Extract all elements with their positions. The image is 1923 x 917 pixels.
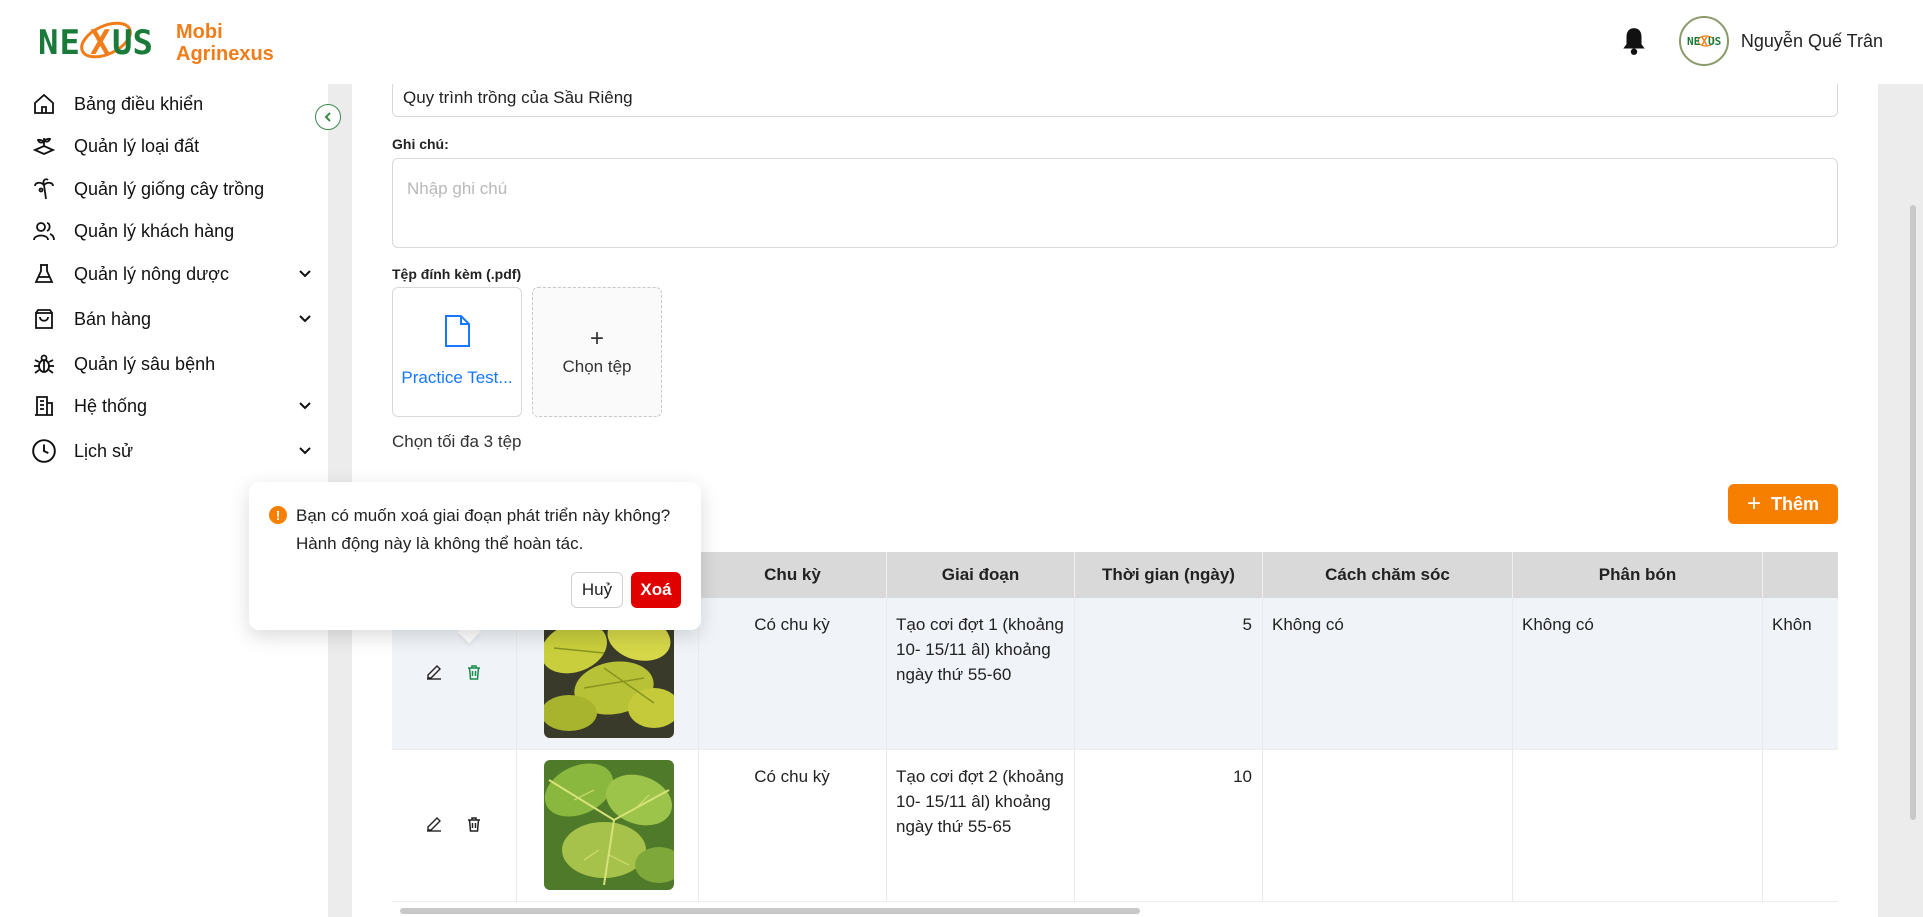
cell-stage: Tạo cơi đợt 1 (khoảng 10- 15/11 âl) khoả… [896, 615, 1064, 684]
table-row: Có chu kỳ Tạo cơi đợt 2 (khoảng 10- 15/1… [392, 750, 1838, 902]
delete-icon[interactable] [464, 814, 484, 834]
bug-icon [30, 350, 58, 378]
cell-fertilizer: Không có [1522, 615, 1594, 634]
sidebar-item-dashboard[interactable]: Bảng điều khiển [30, 86, 315, 122]
plus-icon: + [589, 325, 604, 352]
cell-duration: 5 [1242, 615, 1252, 634]
sidebar-item-label: Bảng điều khiển [74, 93, 204, 114]
sidebar-item-crop-varieties[interactable]: Quản lý giống cây trồng [30, 171, 315, 207]
cell-duration: 10 [1233, 767, 1252, 786]
column-header-fertilizer: Phân bón [1512, 552, 1762, 598]
add-stage-button[interactable]: + Thêm [1728, 484, 1838, 524]
clock-icon [30, 437, 58, 465]
popconfirm-message: Bạn có muốn xoá giai đoạn phát triển này… [296, 502, 670, 558]
brand-line2: Agrinexus [176, 43, 274, 65]
note-label: Ghi chú: [392, 136, 449, 152]
sidebar-item-history[interactable]: Lịch sử [30, 433, 315, 469]
brand-line1: Mobi [176, 21, 223, 43]
sidebar-item-label: Quản lý nông dược [74, 263, 229, 284]
avatar[interactable]: NE X US [1678, 16, 1729, 66]
chevron-down-icon [299, 315, 311, 323]
process-name-input[interactable]: Quy trình trồng của Sầu Riêng [392, 84, 1838, 117]
attached-file-card[interactable]: Practice Test... [392, 287, 522, 417]
sidebar-collapse-button[interactable] [315, 104, 341, 130]
svg-text:US: US [1708, 35, 1721, 48]
file-icon [445, 315, 470, 347]
plus-icon: + [1746, 490, 1761, 517]
sidebar-item-customers[interactable]: Quản lý khách hàng [30, 213, 315, 249]
sidebar-item-label: Quản lý giống cây trồng [74, 178, 265, 199]
sidebar-item-system[interactable]: Hệ thống [30, 388, 315, 424]
chevron-down-icon [299, 402, 311, 410]
svg-text:NE: NE [38, 23, 81, 63]
cell-cycle: Có chu kỳ [754, 767, 830, 786]
delete-icon[interactable] [464, 662, 484, 682]
column-header-duration: Thời gian (ngày) [1074, 552, 1262, 598]
sidebar-item-soil[interactable]: Quản lý loại đất [30, 128, 315, 164]
sidebar-item-label: Quản lý khách hàng [74, 220, 235, 241]
chevron-left-icon [324, 112, 331, 122]
edit-icon[interactable] [424, 662, 444, 682]
content-gutter-right [1878, 84, 1923, 917]
nexus-logo-icon: NE X US [38, 21, 153, 63]
column-header-cycle: Chu kỳ [698, 552, 886, 598]
confirm-delete-button[interactable]: Xoá [631, 572, 681, 608]
add-button-label: Thêm [1771, 493, 1820, 514]
horizontal-scrollbar[interactable] [400, 908, 1140, 914]
column-header-care: Cách chăm sóc [1262, 552, 1512, 598]
bell-icon[interactable] [1621, 26, 1647, 56]
home-icon [30, 90, 58, 118]
popconfirm-line2: Hành động này là không thể hoàn tác. [296, 534, 584, 553]
edit-icon[interactable] [424, 814, 444, 834]
cell-extra: Khôn [1772, 615, 1812, 634]
column-header-extra [1762, 552, 1838, 598]
popconfirm-line1: Bạn có muốn xoá giai đoạn phát triển này… [296, 506, 671, 525]
sidebar-item-label: Lịch sử [74, 440, 134, 461]
svg-text:US: US [112, 23, 153, 63]
sidebar-item-label: Quản lý loại đất [74, 135, 200, 156]
cancel-button[interactable]: Huỷ [571, 572, 623, 608]
app-header: NE X US Mobi Agrinexus NE X US Nguyễn Qu… [0, 0, 1923, 84]
file-name[interactable]: Practice Test... [401, 368, 512, 388]
svg-text:NE: NE [1687, 35, 1700, 48]
cell-stage: Tạo cơi đợt 2 (khoảng 10- 15/11 âl) khoả… [896, 767, 1064, 836]
avatar-logo-icon: NE X US [1687, 35, 1721, 48]
sidebar-item-sales[interactable]: Bán hàng [30, 301, 315, 337]
brand-logo[interactable]: NE X US Mobi Agrinexus [36, 14, 274, 72]
choose-file-button[interactable]: + Chọn tệp [532, 287, 662, 417]
svg-text:X: X [1701, 35, 1708, 48]
shopping-bag-icon [30, 305, 58, 333]
flask-icon [30, 260, 58, 288]
chevron-down-icon [299, 270, 311, 278]
note-textarea[interactable]: Nhập ghi chú [392, 158, 1838, 248]
column-header-stage: Giai đoạn [886, 552, 1074, 598]
palm-tree-icon [30, 175, 58, 203]
building-icon [30, 392, 58, 420]
users-icon [30, 217, 58, 245]
cell-cycle: Có chu kỳ [754, 615, 830, 634]
chevron-down-icon [299, 447, 311, 455]
delete-popconfirm: ! Bạn có muốn xoá giai đoạn phát triển n… [249, 482, 701, 630]
sidebar-item-label: Bán hàng [74, 308, 152, 329]
sidebar-item-label: Quản lý sâu bệnh [74, 353, 216, 374]
user-name[interactable]: Nguyễn Quế Trân [1741, 31, 1883, 52]
stage-image[interactable] [544, 760, 674, 890]
attachment-label: Tệp đính kèm (.pdf) [392, 266, 522, 282]
soil-icon [30, 132, 58, 160]
brand-name: Mobi Agrinexus [176, 21, 274, 65]
vertical-scrollbar[interactable] [1910, 205, 1916, 820]
cell-care: Không có [1272, 615, 1344, 634]
choose-file-label: Chọn tệp [562, 357, 632, 376]
svg-text:X: X [90, 23, 111, 63]
sidebar-item-pests[interactable]: Quản lý sâu bệnh [30, 346, 315, 382]
warning-icon: ! [269, 506, 287, 524]
upload-hint: Chọn tối đa 3 tệp [392, 432, 522, 451]
sidebar-item-pesticides[interactable]: Quản lý nông dược [30, 256, 315, 292]
sidebar-item-label: Hệ thống [74, 395, 148, 416]
